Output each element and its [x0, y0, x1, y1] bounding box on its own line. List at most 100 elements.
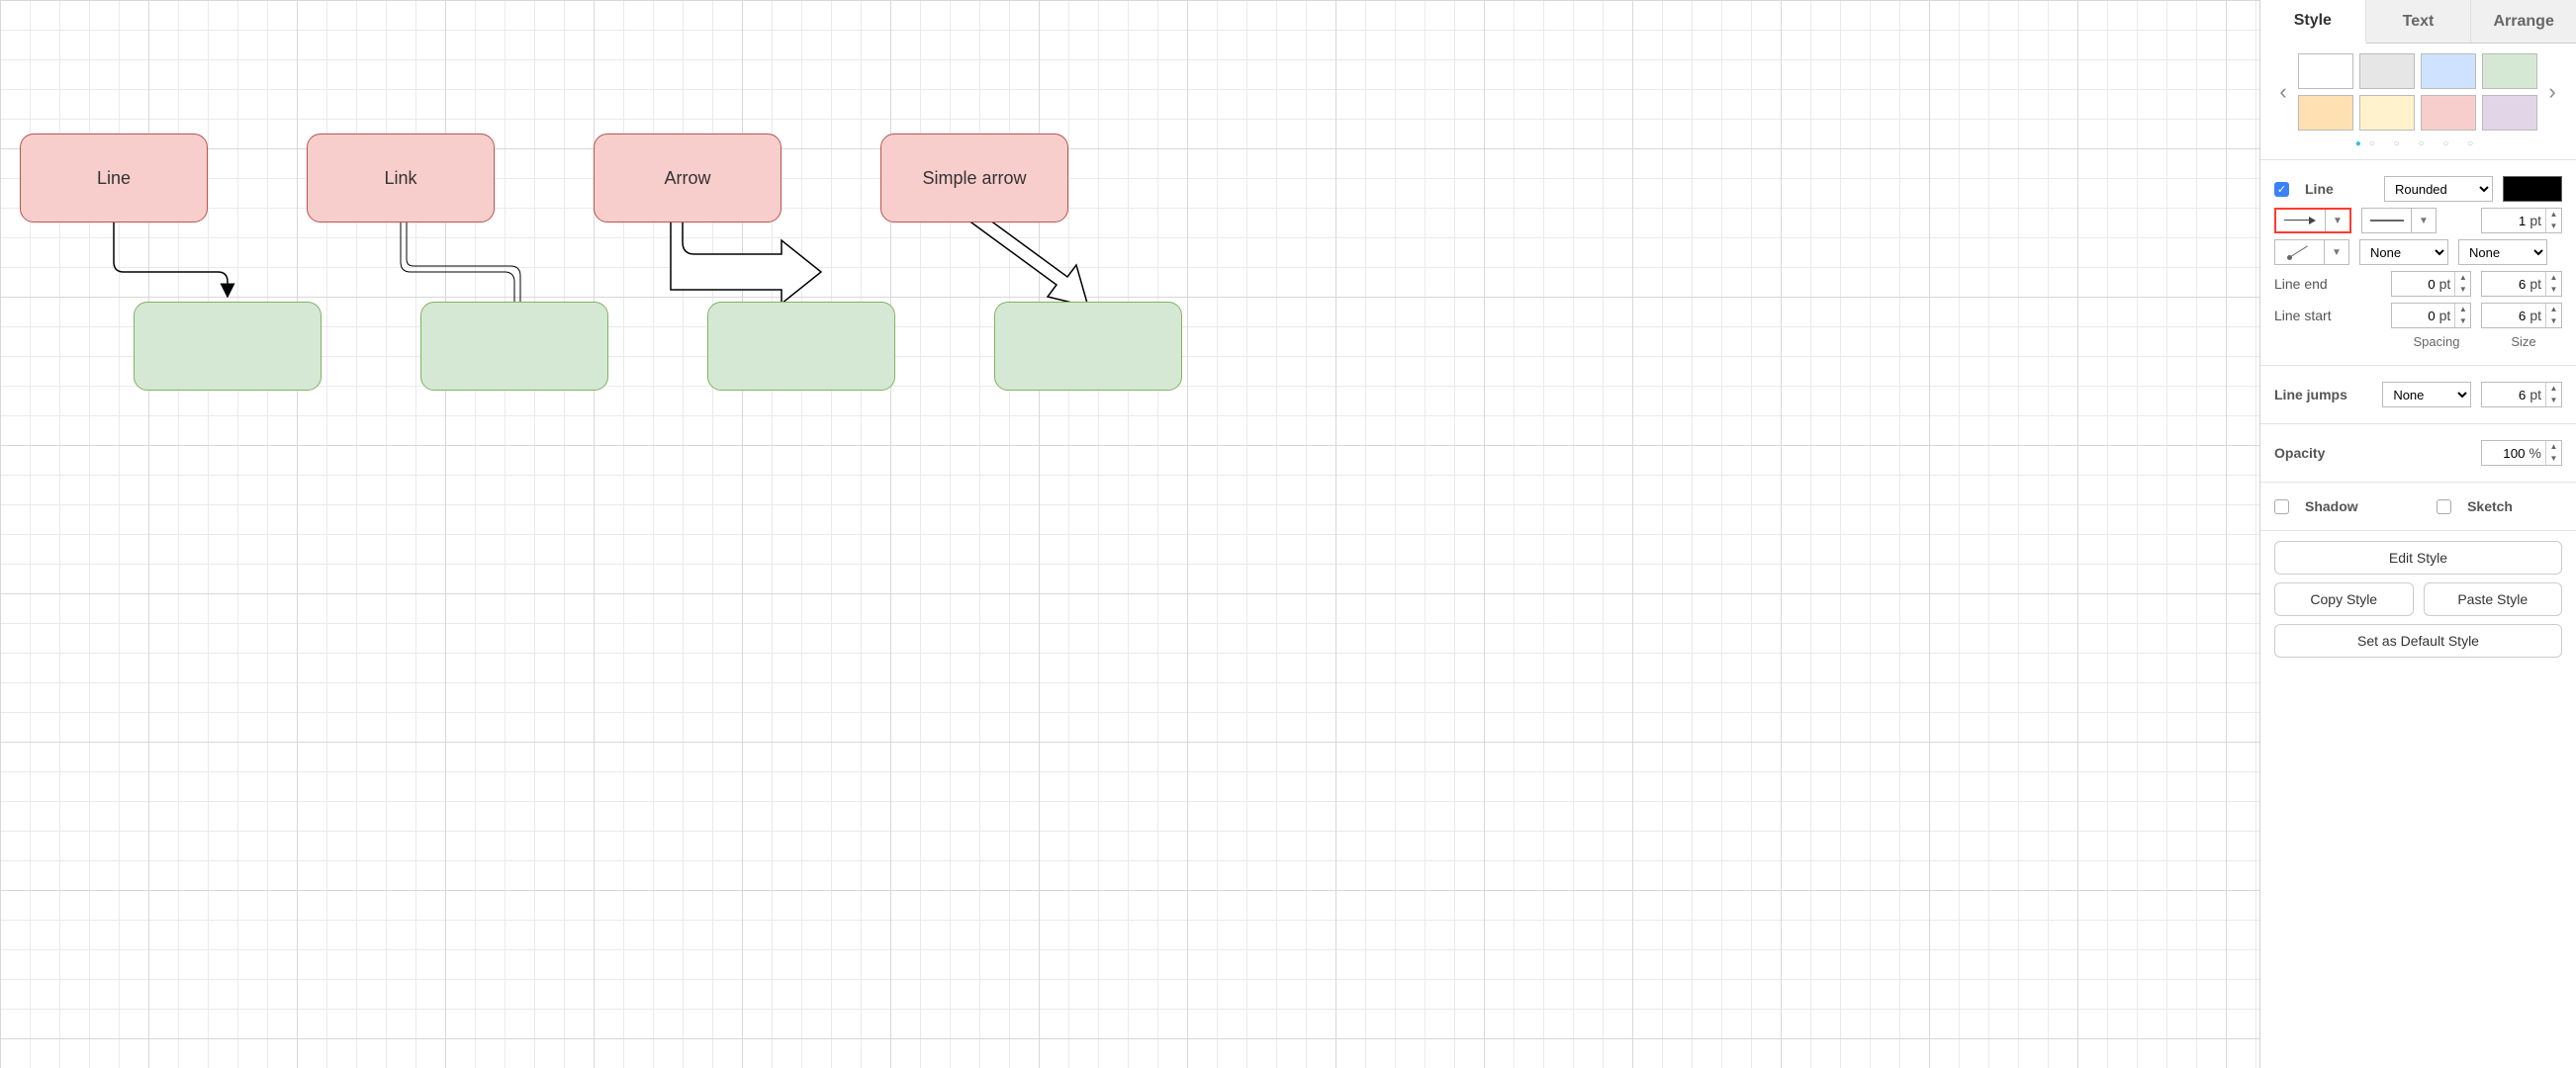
unit-label: pt: [2439, 276, 2455, 292]
line-width-input[interactable]: [2482, 209, 2530, 232]
sidebar-tabs: Style Text Arrange: [2260, 0, 2576, 44]
shadow-label: Shadow: [2305, 498, 2358, 514]
waypoint-icon: [2285, 243, 2315, 261]
spin-up[interactable]: ▲: [2455, 304, 2470, 315]
opacity-spinner[interactable]: %▲▼: [2481, 440, 2562, 466]
stroke-style-dd[interactable]: ▼: [2412, 209, 2436, 232]
start-size-input[interactable]: [2482, 304, 2530, 327]
copy-style-button[interactable]: Copy Style: [2274, 582, 2414, 616]
unit-label: %: [2530, 445, 2545, 461]
tab-arrange[interactable]: Arrange: [2471, 0, 2576, 43]
line-jumps-label: Line jumps: [2274, 387, 2347, 402]
node-line[interactable]: Line: [20, 134, 208, 222]
format-sidebar: Style Text Arrange ‹ › ●○ ○ ○: [2259, 0, 2576, 1068]
tab-style[interactable]: Style: [2260, 0, 2366, 44]
tab-text[interactable]: Text: [2366, 0, 2472, 43]
start-spacing-spinner[interactable]: pt▲▼: [2391, 303, 2472, 328]
spin-up[interactable]: ▲: [2546, 272, 2561, 284]
paste-style-button[interactable]: Paste Style: [2424, 582, 2563, 616]
spin-up[interactable]: ▲: [2546, 383, 2561, 395]
connection-style-btn[interactable]: [2276, 210, 2326, 231]
spin-down[interactable]: ▼: [2546, 453, 2561, 465]
spin-down[interactable]: ▼: [2546, 395, 2561, 406]
node-target-1[interactable]: [134, 302, 322, 391]
end-spacing-input[interactable]: [2392, 272, 2439, 296]
node-target-4[interactable]: [994, 302, 1182, 391]
line-jumps-size-input[interactable]: [2482, 383, 2530, 406]
shadow-checkbox[interactable]: [2274, 499, 2289, 514]
line-start-select[interactable]: None: [2458, 239, 2547, 265]
line-jumps-select[interactable]: None: [2382, 382, 2471, 407]
node-label: Arrow: [664, 168, 710, 189]
waypoint-btn[interactable]: [2275, 240, 2325, 264]
end-size-spinner[interactable]: pt▲▼: [2481, 271, 2562, 297]
swatch-yellow[interactable]: [2359, 95, 2415, 131]
line-section: Line Rounded ▼ ▼ pt ▲▼: [2260, 160, 2576, 366]
line-end-label: Line end: [2274, 276, 2328, 292]
tab-label: Style: [2294, 12, 2332, 30]
col-spacing-label: Spacing: [2398, 334, 2475, 349]
spin-up[interactable]: ▲: [2546, 209, 2561, 221]
spin-down[interactable]: ▼: [2455, 315, 2470, 327]
btn-label: Set as Default Style: [2357, 633, 2479, 649]
waypoint-combo[interactable]: ▼: [2274, 239, 2349, 265]
node-target-3[interactable]: [707, 302, 895, 391]
line-icon: [2370, 220, 2404, 222]
palette-pager[interactable]: ●○ ○ ○ ○ ○: [2274, 138, 2562, 149]
swatch-white[interactable]: [2298, 53, 2353, 89]
node-target-2[interactable]: [420, 302, 608, 391]
end-size-input[interactable]: [2482, 272, 2530, 296]
col-size-label: Size: [2485, 334, 2562, 349]
tab-label: Text: [2403, 13, 2435, 31]
node-link[interactable]: Link: [307, 134, 495, 222]
line-jumps-section: Line jumps None pt▲▼: [2260, 366, 2576, 424]
line-enable-checkbox[interactable]: [2274, 182, 2289, 197]
color-palette-section: ‹ › ●○ ○ ○ ○ ○: [2260, 44, 2576, 160]
swatch-blue[interactable]: [2421, 53, 2476, 89]
spin-up[interactable]: ▲: [2546, 441, 2561, 453]
line-color-chip[interactable]: [2503, 176, 2562, 202]
line-jumps-size-spinner[interactable]: pt▲▼: [2481, 382, 2562, 407]
opacity-input[interactable]: [2482, 441, 2530, 465]
start-size-spinner[interactable]: pt▲▼: [2481, 303, 2562, 328]
connection-style-combo[interactable]: ▼: [2274, 208, 2351, 233]
opacity-section: Opacity %▲▼: [2260, 424, 2576, 483]
spin-up[interactable]: ▲: [2546, 304, 2561, 315]
line-width-spinner[interactable]: pt ▲▼: [2481, 208, 2562, 233]
diagram-canvas[interactable]: Line Link Arrow Simple arrow: [0, 0, 2259, 1068]
arrow-icon: [2284, 216, 2318, 225]
palette-prev[interactable]: ‹: [2274, 78, 2292, 106]
sketch-label: Sketch: [2467, 498, 2513, 514]
start-spacing-input[interactable]: [2392, 304, 2439, 327]
node-arrow[interactable]: Arrow: [594, 134, 782, 222]
palette-next[interactable]: ›: [2543, 78, 2561, 106]
line-style-select[interactable]: Rounded: [2384, 176, 2493, 202]
connection-style-dd[interactable]: ▼: [2326, 210, 2349, 231]
line-label: Line: [2305, 181, 2334, 197]
unit-label: pt: [2530, 387, 2545, 402]
spin-down[interactable]: ▼: [2546, 221, 2561, 232]
swatch-orange[interactable]: [2298, 95, 2353, 131]
spin-up[interactable]: ▲: [2455, 272, 2470, 284]
stroke-style-btn[interactable]: [2362, 209, 2412, 232]
set-default-style-button[interactable]: Set as Default Style: [2274, 624, 2562, 658]
spin-down[interactable]: ▼: [2455, 284, 2470, 296]
line-end-select[interactable]: None: [2359, 239, 2448, 265]
unit-label: pt: [2530, 276, 2545, 292]
btn-label: Paste Style: [2457, 591, 2528, 607]
end-spacing-spinner[interactable]: pt▲▼: [2391, 271, 2472, 297]
swatch-green[interactable]: [2482, 53, 2537, 89]
edit-style-button[interactable]: Edit Style: [2274, 541, 2562, 575]
unit-label: pt: [2439, 308, 2455, 323]
node-simple-arrow[interactable]: Simple arrow: [880, 134, 1068, 222]
swatch-purple[interactable]: [2482, 95, 2537, 131]
palette-grid: [2298, 53, 2537, 131]
spin-down[interactable]: ▼: [2546, 315, 2561, 327]
line-start-label: Line start: [2274, 308, 2332, 323]
waypoint-dd[interactable]: ▼: [2325, 240, 2348, 264]
swatch-gray[interactable]: [2359, 53, 2415, 89]
stroke-style-combo[interactable]: ▼: [2361, 208, 2437, 233]
swatch-red[interactable]: [2421, 95, 2476, 131]
sketch-checkbox[interactable]: [2437, 499, 2451, 514]
spin-down[interactable]: ▼: [2546, 284, 2561, 296]
